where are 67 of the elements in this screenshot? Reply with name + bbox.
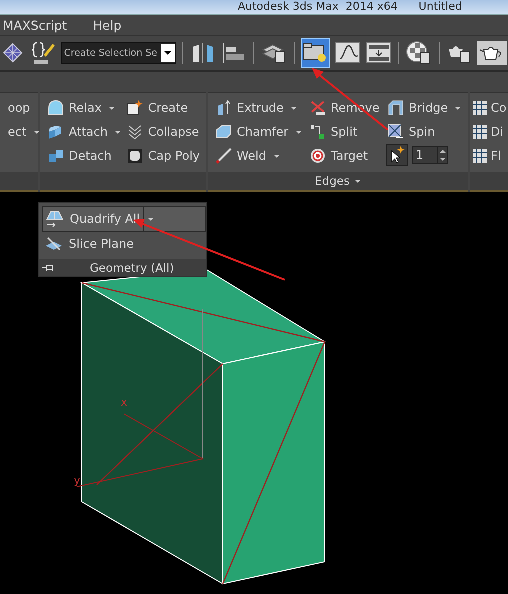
ribbon-button[interactable]: Extrude <box>214 96 308 120</box>
dropdown-arrow-icon <box>290 106 297 112</box>
panel-title: Geometry (All) <box>90 260 174 274</box>
ribbon-button[interactable]: Weld <box>214 144 308 168</box>
dropdown-arrow-icon <box>354 180 361 186</box>
ribbon-button[interactable]: Target <box>308 144 386 168</box>
spinner-arrows-icon[interactable] <box>437 147 447 163</box>
axis-label: x <box>121 396 128 409</box>
ribbon-button[interactable]: Co <box>472 96 508 120</box>
pick-button[interactable] <box>386 144 408 166</box>
align-icon <box>220 42 247 64</box>
dropdown-arrow-icon <box>108 106 115 112</box>
braces-pencil-icon <box>30 40 57 66</box>
menu-item[interactable]: Help <box>91 16 124 34</box>
ribbon-button[interactable]: Create <box>125 96 202 120</box>
curve-editor-icon <box>334 42 360 64</box>
toolbar-button[interactable] <box>476 38 508 68</box>
selection-set-dropdown[interactable]: Create Selection Se <box>61 42 176 64</box>
dome-icon <box>48 100 64 116</box>
brush-icon <box>216 148 232 164</box>
ribbon-button[interactable]: Collapse <box>125 120 202 144</box>
ribbon-button[interactable]: oop <box>6 96 42 120</box>
ribbon-button[interactable]: Attach <box>46 120 126 144</box>
target-icon <box>310 148 326 164</box>
ribbon-button[interactable]: Di <box>472 120 508 144</box>
ribbon-button[interactable]: Bridge <box>386 96 464 120</box>
folder-bulb-icon <box>302 42 328 64</box>
layers-icon <box>261 42 288 64</box>
checker-sphere-icon <box>406 41 432 65</box>
split-icon <box>310 124 326 140</box>
rounded-square-icon <box>127 148 144 164</box>
number-spinner[interactable]: 1 <box>412 146 448 164</box>
grid-icon <box>472 124 488 140</box>
dropdown-arrow-icon <box>455 106 462 112</box>
axis-label: y <box>74 474 81 487</box>
ribbon-button[interactable]: Chamfer <box>214 120 308 144</box>
cursor-spark-icon <box>389 146 405 164</box>
slice-plane-icon <box>44 236 64 252</box>
spin-icon <box>388 124 404 140</box>
cross-icon <box>310 100 326 116</box>
dropdown-arrow-icon <box>296 130 302 136</box>
dropdown-arrow-icon <box>114 130 121 136</box>
toolbar-button[interactable] <box>300 38 330 68</box>
ribbon-button[interactable]: Spin <box>386 120 464 144</box>
menu-item[interactable]: MAXScript <box>1 16 70 34</box>
chevrons-icon <box>127 124 144 140</box>
cubes-icon <box>48 148 64 164</box>
ribbon-button[interactable]: Fl <box>472 144 508 168</box>
lattice-icon <box>2 42 24 64</box>
grid-icon <box>472 148 488 164</box>
ribbon-button[interactable]: Detach <box>46 144 126 168</box>
dropdown-arrow-icon <box>148 218 154 224</box>
ribbon-button[interactable]: Cap Poly <box>125 144 202 168</box>
ribbon-button[interactable]: Split <box>308 120 386 144</box>
window-title: Autodesk 3ds Max 2014 x64 Untitled <box>237 0 464 13</box>
grid-icon <box>472 100 488 116</box>
spark-square-icon <box>127 100 144 116</box>
dropdown-arrow-icon <box>274 154 280 160</box>
extrude-icon <box>216 100 232 116</box>
pin-icon[interactable] <box>42 264 56 272</box>
cubes-icon <box>48 124 64 140</box>
bevel-box-icon <box>216 124 232 140</box>
ribbon-button[interactable]: Relax <box>46 96 126 120</box>
panel-title-button[interactable]: Edges <box>315 174 361 188</box>
schematic-icon <box>366 42 392 64</box>
bridge-icon <box>388 100 404 116</box>
ribbon-button[interactable]: Slice Plane <box>42 232 206 256</box>
